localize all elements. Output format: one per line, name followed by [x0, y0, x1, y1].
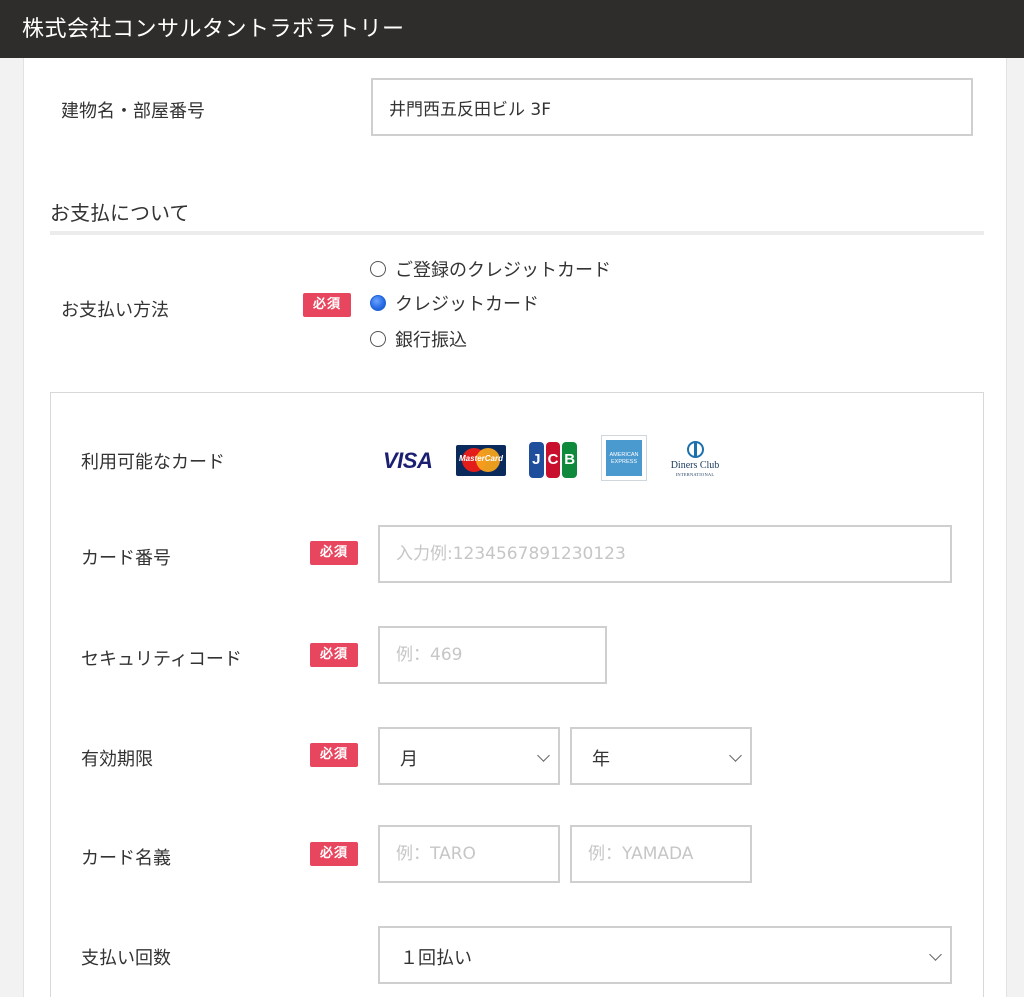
app-header: 株式会社コンサルタントラボラトリー	[0, 0, 1024, 58]
payment-section-title: お支払について	[50, 201, 190, 225]
card-number-label: カード番号	[81, 548, 171, 569]
credit-card-form	[50, 392, 984, 997]
required-badge: 必須	[310, 842, 358, 866]
visa-logo: VISA	[383, 448, 433, 473]
amex-line-2: EXPRESS	[611, 458, 637, 465]
installments-select[interactable]: １回払い	[378, 926, 952, 984]
radio-button[interactable]	[370, 261, 386, 277]
expiry-label: 有効期限	[81, 749, 153, 770]
payment-method-label: お支払い方法	[61, 300, 169, 321]
installments-label: 支払い回数	[81, 948, 171, 969]
expiry-year-select[interactable]: 年	[570, 727, 752, 785]
diners-name: Diners Club	[670, 460, 720, 471]
radio-label: ご登録のクレジットカード	[395, 260, 611, 281]
diners-sub: INTERNATIONAL	[675, 472, 715, 477]
required-badge: 必須	[303, 293, 351, 317]
radio-button-checked[interactable]	[370, 295, 386, 311]
required-badge: 必須	[310, 541, 358, 565]
chevron-down-icon	[537, 749, 550, 762]
amex-logo: AMERICAN EXPRESS	[601, 435, 647, 481]
jcb-letter-j: J	[529, 442, 544, 478]
card-last-name-input[interactable]	[570, 825, 752, 883]
card-first-name-input[interactable]	[378, 825, 560, 883]
security-code-label: セキュリティコード	[81, 649, 242, 670]
radio-label: 銀行振込	[395, 330, 467, 351]
security-code-input[interactable]	[378, 626, 607, 684]
chevron-down-icon	[929, 948, 942, 961]
building-label: 建物名・部屋番号	[61, 101, 205, 122]
select-value: 月	[400, 749, 418, 770]
jcb-logo: J C B	[529, 442, 578, 478]
jcb-letter-c: C	[545, 442, 561, 478]
chevron-down-icon	[729, 749, 742, 762]
radio-bank-transfer[interactable]: 銀行振込	[370, 326, 467, 352]
radio-button[interactable]	[370, 331, 386, 347]
required-badge: 必須	[310, 743, 358, 767]
diners-club-logo: Diners Club INTERNATIONAL	[668, 441, 722, 479]
mastercard-logo: MasterCard	[456, 445, 506, 476]
required-badge: 必須	[310, 643, 358, 667]
amex-line-1: AMERICAN	[609, 452, 639, 458]
section-divider	[50, 231, 984, 235]
expiry-month-select[interactable]: 月	[378, 727, 560, 785]
radio-label: クレジットカード	[395, 294, 539, 315]
select-value: 年	[592, 749, 610, 770]
radio-credit-card[interactable]: クレジットカード	[370, 290, 539, 316]
available-cards-label: 利用可能なカード	[81, 452, 225, 473]
card-number-input[interactable]	[378, 525, 952, 583]
mastercard-logo-text: MasterCard	[458, 454, 503, 463]
card-name-label: カード名義	[81, 848, 171, 869]
building-input[interactable]	[371, 78, 973, 136]
select-value: １回払い	[400, 948, 472, 969]
radio-saved-card[interactable]: ご登録のクレジットカード	[370, 256, 611, 282]
jcb-letter-b: B	[562, 442, 578, 478]
site-title: 株式会社コンサルタントラボラトリー	[22, 17, 405, 42]
